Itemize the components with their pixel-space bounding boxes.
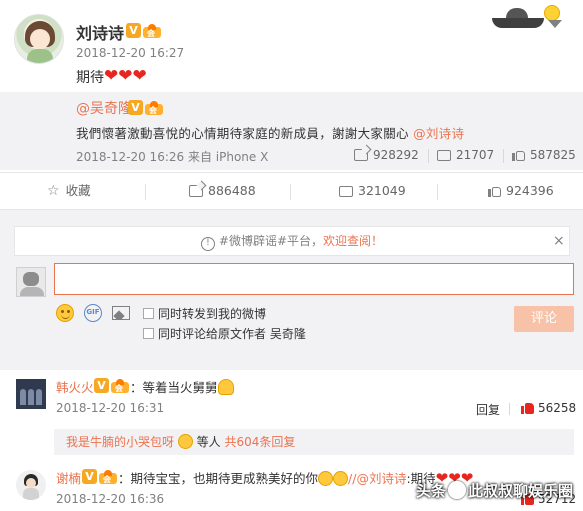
repost-text: 我們懷著激動喜悅的心情期待家庭的新成員，謝謝大家關心 @刘诗诗 bbox=[76, 126, 465, 141]
hand-emoji-icon bbox=[217, 379, 234, 395]
smile-emoji-icon bbox=[177, 434, 193, 449]
rumor-notice: ! #微博辟谣#平台，欢迎查阅！ bbox=[14, 226, 570, 256]
like-icon bbox=[512, 148, 525, 161]
like-button[interactable]: 924396 bbox=[488, 173, 554, 209]
star-icon: ☆ bbox=[47, 183, 60, 199]
share-icon bbox=[189, 185, 203, 197]
comment-time: 2018-12-20 16:36 bbox=[56, 492, 165, 506]
reply-button[interactable]: 回复 bbox=[476, 401, 500, 418]
comment-input[interactable] bbox=[54, 263, 574, 295]
favorite-button[interactable]: ☆ 收藏 bbox=[47, 173, 91, 209]
comment-author[interactable]: 韩火火 bbox=[56, 377, 94, 396]
hearts-emoji: ❤❤❤ bbox=[104, 66, 147, 86]
comment-count[interactable]: 21707 bbox=[437, 148, 494, 162]
comment-text: ：等着当火舅舅 bbox=[130, 377, 234, 396]
original-author-checkbox[interactable] bbox=[143, 328, 154, 339]
gif-icon[interactable]: GIF bbox=[84, 304, 102, 322]
author-name[interactable]: 刘诗诗 bbox=[76, 20, 124, 44]
action-bar: ☆ 收藏 886488 321049 924396 bbox=[0, 172, 583, 210]
comment-button[interactable]: 321049 bbox=[339, 173, 406, 209]
close-icon[interactable]: × bbox=[553, 233, 565, 249]
post-time[interactable]: 2018-12-20 16:27 bbox=[76, 46, 184, 60]
chevron-down-icon[interactable] bbox=[548, 20, 562, 28]
repost-button[interactable]: 886488 bbox=[189, 173, 256, 209]
repost-author[interactable]: @吴奇隆 bbox=[76, 98, 132, 118]
comment-area: ! #微博辟谣#平台，欢迎查阅！ × GIF 同时转发到我的微博 同时评论给原文作… bbox=[0, 210, 583, 370]
comment-time: 2018-12-20 16:31 bbox=[56, 401, 165, 415]
author-avatar[interactable] bbox=[14, 14, 64, 64]
repost-box: @吴奇隆 V 会 我們懷著激動喜悅的心情期待家庭的新成員，謝謝大家關心 @刘诗诗… bbox=[0, 92, 583, 170]
repost-count[interactable]: 928292 bbox=[354, 148, 419, 162]
comment-author[interactable]: 谢楠 bbox=[56, 468, 81, 487]
image-icon[interactable] bbox=[112, 306, 130, 320]
warning-icon: ! bbox=[200, 237, 215, 251]
verified-badge-icon: V bbox=[128, 100, 143, 115]
original-author-option-label: 同时评论给原文作者 吴奇隆 bbox=[158, 327, 306, 341]
verified-badge-icon: V bbox=[82, 469, 97, 484]
comment-like-button[interactable]: 56258 bbox=[521, 401, 576, 415]
repost-option-label: 同时转发到我的微博 bbox=[158, 307, 267, 321]
sub-replies-link[interactable]: 我是牛腩的小哭包呀 等人 共604条回复 bbox=[54, 429, 574, 455]
verified-badge-icon: V bbox=[126, 23, 141, 38]
submit-comment-button[interactable]: 评论 bbox=[514, 306, 574, 332]
comment-avatar[interactable] bbox=[16, 379, 46, 409]
like-icon bbox=[521, 401, 534, 414]
comment-avatar[interactable] bbox=[16, 470, 46, 500]
like-icon bbox=[488, 184, 501, 197]
emoji-icon[interactable] bbox=[56, 304, 74, 322]
comment-icon bbox=[339, 186, 353, 197]
post-text: 期待 bbox=[76, 70, 104, 86]
repost-time[interactable]: 2018-12-20 16:26 来自 iPhone X bbox=[76, 148, 268, 165]
share-icon bbox=[354, 149, 368, 161]
mention-link[interactable]: @刘诗诗 bbox=[413, 126, 464, 141]
watermark-logo-icon bbox=[448, 481, 467, 499]
watermark: 头条 此叔叔聊娱乐圈 bbox=[416, 481, 574, 500]
weibo-post: 刘诗诗 V 会 2018-12-20 16:27 期待 ❤❤❤ @吴奇隆 V 会… bbox=[0, 0, 583, 175]
verified-badge-icon: V bbox=[94, 378, 109, 393]
smile-emoji-icon bbox=[318, 471, 334, 486]
repost-checkbox[interactable] bbox=[143, 308, 154, 319]
like-count[interactable]: 587825 bbox=[512, 148, 576, 162]
notice-link[interactable]: 欢迎查阅！ bbox=[323, 234, 383, 248]
my-avatar[interactable] bbox=[16, 267, 46, 297]
vip-crown-icon: 会 bbox=[145, 101, 163, 115]
vip-crown-icon: 会 bbox=[111, 379, 129, 393]
smile-emoji-icon bbox=[333, 471, 349, 486]
vip-crown-icon: 会 bbox=[99, 470, 117, 484]
comment-icon bbox=[437, 150, 451, 161]
vip-crown-icon: 会 bbox=[143, 24, 161, 38]
